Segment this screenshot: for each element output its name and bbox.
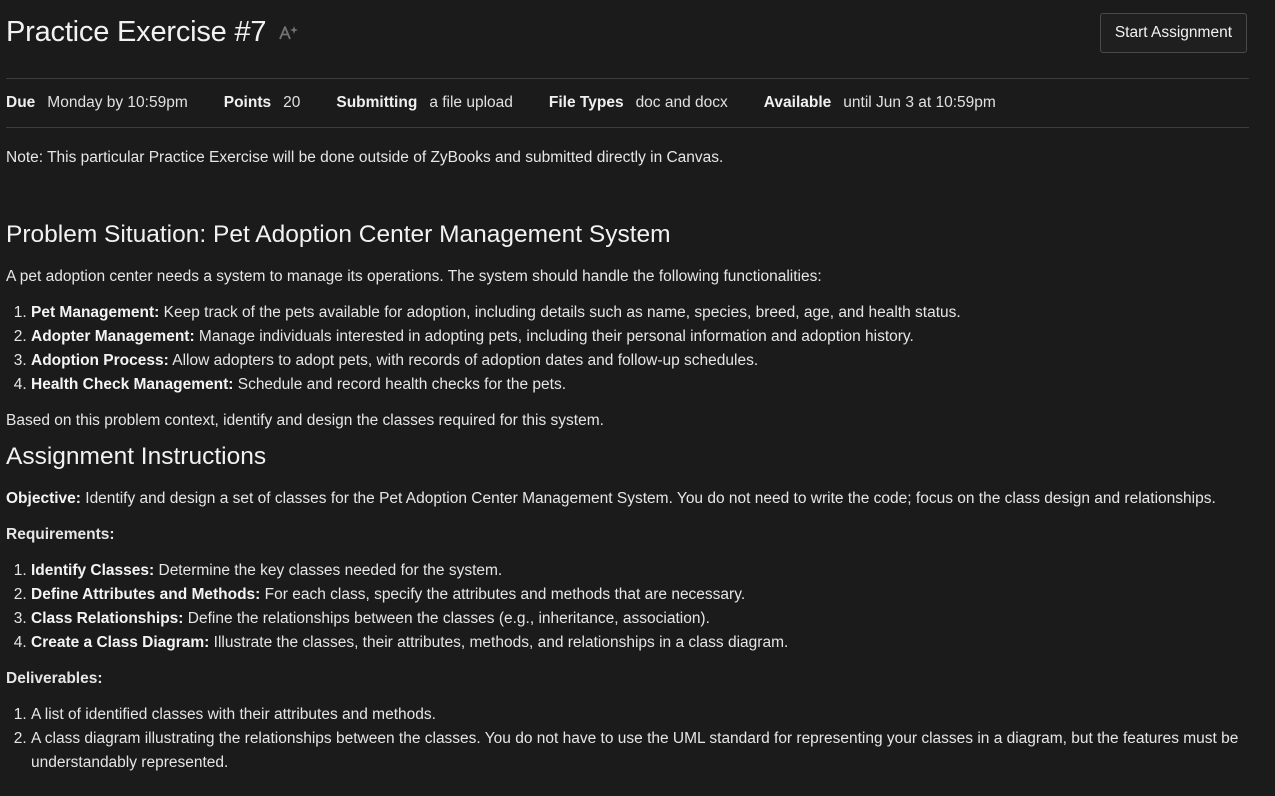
item-text: Define the relationships between the cla… [183, 610, 710, 627]
item-title: Class Relationships: [31, 610, 184, 627]
points-detail: Points 20 [224, 94, 301, 112]
submitting-value: a file upload [429, 94, 513, 111]
problem-closing: Based on this problem context, identify … [6, 412, 604, 429]
deliverables-label: Deliverables: [6, 670, 103, 687]
page-title: Practice Exercise #7 [6, 15, 267, 48]
available-value: until Jun 3 at 10:59pm [843, 94, 996, 111]
objective-label: Objective: [6, 490, 81, 507]
title-wrap: Practice Exercise #7 [6, 16, 300, 49]
list-item: Create a Class Diagram: Illustrate the c… [31, 631, 1249, 655]
start-assignment-button[interactable]: Start Assignment [1099, 12, 1247, 53]
requirements-label: Requirements: [6, 526, 115, 543]
submitting-label: Submitting [336, 94, 418, 111]
objective-paragraph: Objective: Identify and design a set of … [6, 487, 1249, 511]
item-text: Illustrate the classes, their attributes… [209, 634, 789, 651]
item-title: Identify Classes: [31, 562, 155, 579]
list-item: Define Attributes and Methods: For each … [31, 583, 1249, 607]
points-value: 20 [283, 94, 301, 111]
file-types-detail: File Types doc and docx [549, 94, 728, 112]
list-item: Health Check Management: Schedule and re… [31, 373, 1249, 397]
divider [6, 127, 1249, 128]
item-text: Schedule and record health checks for th… [233, 376, 567, 393]
item-title: Health Check Management: [31, 376, 234, 393]
list-item: A list of identified classes with their … [31, 703, 1249, 727]
item-title: Adopter Management: [31, 328, 195, 345]
deliverables-list: A list of identified classes with their … [6, 703, 1249, 775]
list-item: A class diagram illustrating the relatio… [31, 727, 1249, 775]
list-item: Class Relationships: Define the relation… [31, 607, 1249, 631]
problem-heading: Problem Situation: Pet Adoption Center M… [6, 221, 671, 248]
item-title: Define Attributes and Methods: [31, 586, 261, 603]
instructions-heading: Assignment Instructions [6, 443, 267, 470]
item-title: Create a Class Diagram: [31, 634, 210, 651]
due-value: Monday by 10:59pm [47, 94, 188, 111]
list-item: Identify Classes: Determine the key clas… [31, 559, 1249, 583]
requirements-list: Identify Classes: Determine the key clas… [6, 559, 1249, 655]
list-item: Pet Management: Keep track of the pets a… [31, 301, 1249, 325]
available-detail: Available until Jun 3 at 10:59pm [764, 94, 996, 112]
item-text: Keep track of the pets available for ado… [159, 304, 961, 321]
objective-text: Identify and design a set of classes for… [80, 490, 1216, 507]
due-label: Due [6, 94, 36, 111]
due-detail: Due Monday by 10:59pm [6, 94, 188, 112]
item-text: Determine the key classes needed for the… [154, 562, 503, 579]
list-item: Adopter Management: Manage individuals i… [31, 325, 1249, 349]
available-label: Available [763, 94, 832, 111]
file-types-label: File Types [548, 94, 624, 111]
item-title: Pet Management: [31, 304, 160, 321]
item-text: Allow adopters to adopt pets, with recor… [168, 352, 759, 369]
item-title: Adoption Process: [31, 352, 169, 369]
file-types-value: doc and docx [635, 94, 728, 111]
assignment-header: Practice Exercise #7 Start Assignment [6, 0, 1249, 66]
item-text: Manage individuals interested in adoptin… [194, 328, 914, 345]
assignment-page: Practice Exercise #7 Start Assignment Du… [0, 0, 1275, 796]
ai-text-icon[interactable] [278, 24, 300, 42]
note-text: Note: This particular Practice Exercise … [6, 149, 724, 166]
assignment-details: Due Monday by 10:59pm Points 20 Submitti… [6, 79, 1249, 127]
list-item: Adoption Process: Allow adopters to adop… [31, 349, 1249, 373]
item-text: For each class, specify the attributes a… [260, 586, 746, 603]
submitting-detail: Submitting a file upload [336, 94, 513, 112]
assignment-description: Note: This particular Practice Exercise … [6, 146, 1249, 775]
points-label: Points [223, 94, 272, 111]
problem-intro: A pet adoption center needs a system to … [6, 268, 822, 285]
functionality-list: Pet Management: Keep track of the pets a… [6, 301, 1249, 397]
